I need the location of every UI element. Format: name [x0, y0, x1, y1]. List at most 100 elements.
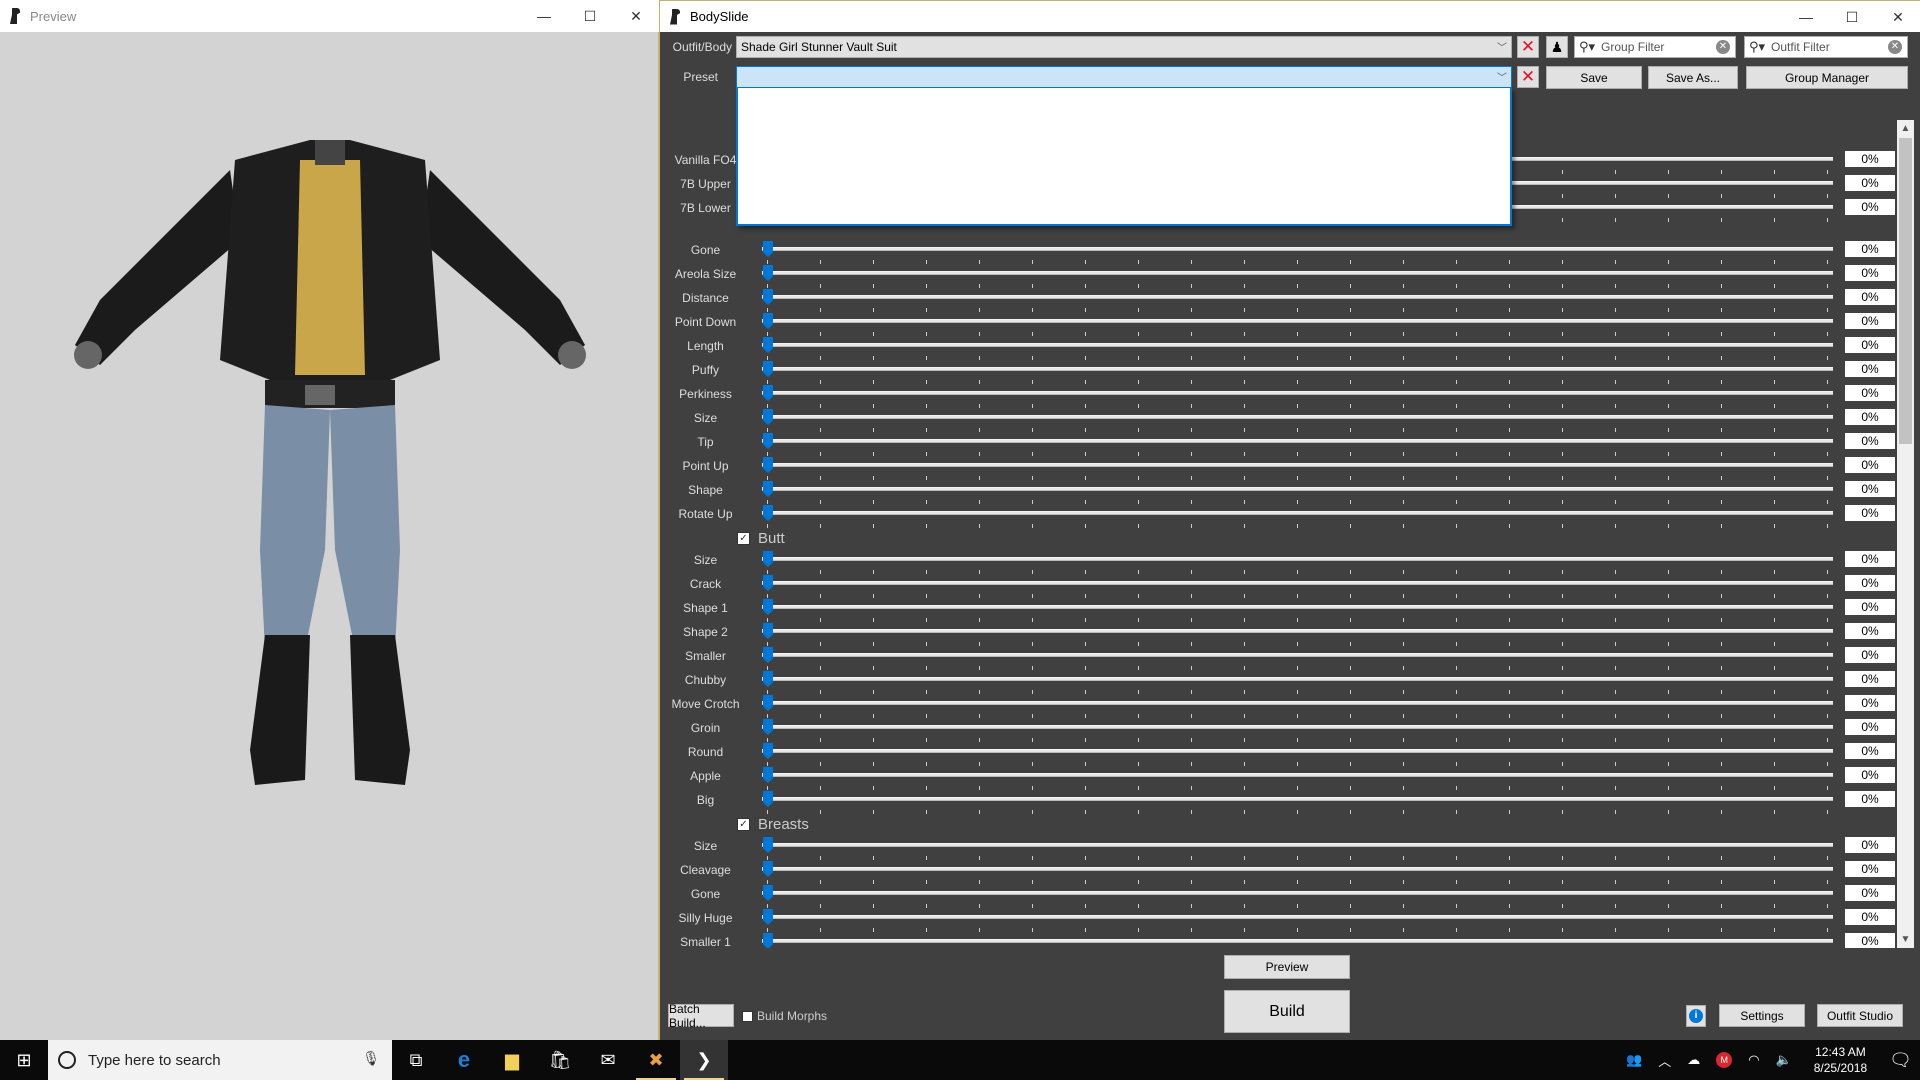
volume-icon[interactable]: 🔈 [1776, 1052, 1792, 1068]
bodyslide-title-bar[interactable]: BodySlide — ☐ ✕ [660, 0, 1920, 32]
slider-track[interactable] [762, 701, 1833, 705]
slider-track[interactable] [762, 581, 1833, 585]
slider-thumb[interactable] [763, 791, 773, 807]
close-button[interactable]: ✕ [1875, 1, 1920, 33]
slider-value-field[interactable]: 0% [1845, 433, 1895, 449]
slider-value-field[interactable]: 0% [1845, 885, 1895, 901]
slider-thumb[interactable] [763, 837, 773, 853]
slider-track[interactable] [762, 463, 1833, 467]
slider-track[interactable] [762, 915, 1833, 919]
about-button[interactable]: i [1686, 1005, 1706, 1027]
slider-thumb[interactable] [763, 241, 773, 257]
start-button[interactable]: ⊞ [0, 1040, 48, 1080]
slider-value-field[interactable]: 0% [1845, 671, 1895, 687]
slider-track[interactable] [762, 557, 1833, 561]
slider-track[interactable] [762, 749, 1833, 753]
store-button[interactable]: 🛍 [536, 1040, 584, 1080]
build-button[interactable]: Build [1224, 990, 1350, 1033]
slider-thumb[interactable] [763, 909, 773, 925]
slider-value-field[interactable]: 0% [1845, 623, 1895, 639]
slider-track[interactable] [762, 487, 1833, 491]
choose-outfit-button[interactable]: ♟ [1546, 36, 1568, 58]
slider-value-field[interactable]: 0% [1845, 313, 1895, 329]
clock[interactable]: 12:43 AM 8/25/2018 [1814, 1044, 1867, 1076]
slider-group-butt[interactable]: ✓ Butt [737, 528, 785, 548]
preview-title-bar[interactable]: Preview — ☐ ✕ [0, 0, 659, 32]
slider-value-field[interactable]: 0% [1845, 409, 1895, 425]
app-button[interactable]: ✖ [632, 1040, 680, 1080]
slider-value-field[interactable]: 0% [1845, 385, 1895, 401]
maximize-button[interactable]: ☐ [1829, 1, 1875, 33]
slider-thumb[interactable] [763, 623, 773, 639]
wifi-icon[interactable]: ◠ [1748, 1052, 1759, 1068]
slider-value-field[interactable]: 0% [1845, 265, 1895, 281]
slider-value-field[interactable]: 0% [1845, 933, 1895, 948]
preset-dropdown-list[interactable] [736, 88, 1512, 226]
slider-track[interactable] [762, 843, 1833, 847]
scroll-up-icon[interactable]: ▲ [1897, 120, 1914, 137]
slider-thumb[interactable] [763, 719, 773, 735]
outfit-body-dropdown[interactable]: Shade Girl Stunner Vault Suit ﹀ [736, 36, 1512, 58]
slider-value-field[interactable]: 0% [1845, 575, 1895, 591]
group-manager-button[interactable]: Group Manager [1746, 66, 1908, 89]
slider-track[interactable] [762, 605, 1833, 609]
slider-value-field[interactable]: 0% [1845, 289, 1895, 305]
slider-thumb[interactable] [763, 743, 773, 759]
slider-value-field[interactable]: 0% [1845, 361, 1895, 377]
clear-filter-icon[interactable]: ✕ [1716, 40, 1730, 54]
slider-thumb[interactable] [763, 695, 773, 711]
save-button[interactable]: Save [1546, 66, 1642, 89]
group-checkbox[interactable]: ✓ [737, 817, 750, 831]
bodyslide-taskbar-button[interactable]: ❯ [680, 1040, 728, 1080]
minimize-button[interactable]: — [521, 0, 567, 32]
slider-track[interactable] [762, 629, 1833, 633]
slider-value-field[interactable]: 0% [1845, 767, 1895, 783]
slider-track[interactable] [762, 773, 1833, 777]
slider-track[interactable] [762, 797, 1833, 801]
slider-track[interactable] [762, 677, 1833, 681]
slider-scrollbar[interactable]: ▲ ▼ [1897, 120, 1914, 948]
outfit-filter-input[interactable]: ⚲▾ Outfit Filter ✕ [1744, 36, 1908, 58]
batch-build-button[interactable]: Batch Build... [668, 1002, 734, 1030]
build-morphs-checkbox[interactable]: Build Morphs [742, 1009, 827, 1023]
slider-track[interactable] [762, 271, 1833, 275]
slider-track[interactable] [762, 367, 1833, 371]
clear-filter-icon[interactable]: ✕ [1888, 40, 1902, 54]
slider-thumb[interactable] [763, 861, 773, 877]
slider-track[interactable] [762, 295, 1833, 299]
microphone-icon[interactable]: 🎙 [362, 1050, 380, 1067]
slider-thumb[interactable] [763, 409, 773, 425]
preview-button[interactable]: Preview [1224, 955, 1350, 979]
scroll-down-icon[interactable]: ▼ [1897, 931, 1914, 948]
slider-track[interactable] [762, 247, 1833, 251]
outfit-studio-button[interactable]: Outfit Studio [1817, 1004, 1903, 1027]
slider-thumb[interactable] [763, 575, 773, 591]
slider-thumb[interactable] [763, 481, 773, 497]
slider-value-field[interactable]: 0% [1845, 791, 1895, 807]
action-center-icon[interactable]: 🗨 [1889, 1050, 1912, 1071]
clear-preset-button[interactable]: ✕ [1517, 66, 1539, 88]
slider-group-breasts[interactable]: ✓ Breasts [737, 814, 809, 834]
clear-outfit-button[interactable]: ✕ [1517, 36, 1539, 58]
slider-track[interactable] [762, 319, 1833, 323]
slider-value-field[interactable]: 0% [1845, 551, 1895, 567]
slider-track[interactable] [762, 439, 1833, 443]
group-checkbox[interactable]: ✓ [737, 531, 750, 545]
mail-button[interactable]: ✉ [584, 1040, 632, 1080]
scrollbar-thumb[interactable] [1899, 138, 1912, 444]
slider-track[interactable] [762, 415, 1833, 419]
slider-value-field[interactable]: 0% [1845, 695, 1895, 711]
slider-thumb[interactable] [763, 671, 773, 687]
slider-value-field[interactable]: 0% [1845, 337, 1895, 353]
close-button[interactable]: ✕ [613, 0, 659, 32]
preset-dropdown[interactable]: ﹀ [736, 66, 1512, 88]
slider-thumb[interactable] [763, 767, 773, 783]
slider-value-field[interactable]: 0% [1845, 719, 1895, 735]
slider-thumb[interactable] [763, 361, 773, 377]
slider-track[interactable] [762, 867, 1833, 871]
slider-track[interactable] [762, 653, 1833, 657]
slider-value-field[interactable]: 0% [1845, 481, 1895, 497]
slider-thumb[interactable] [763, 885, 773, 901]
save-as-button[interactable]: Save As... [1648, 66, 1738, 89]
settings-button[interactable]: Settings [1719, 1004, 1805, 1027]
